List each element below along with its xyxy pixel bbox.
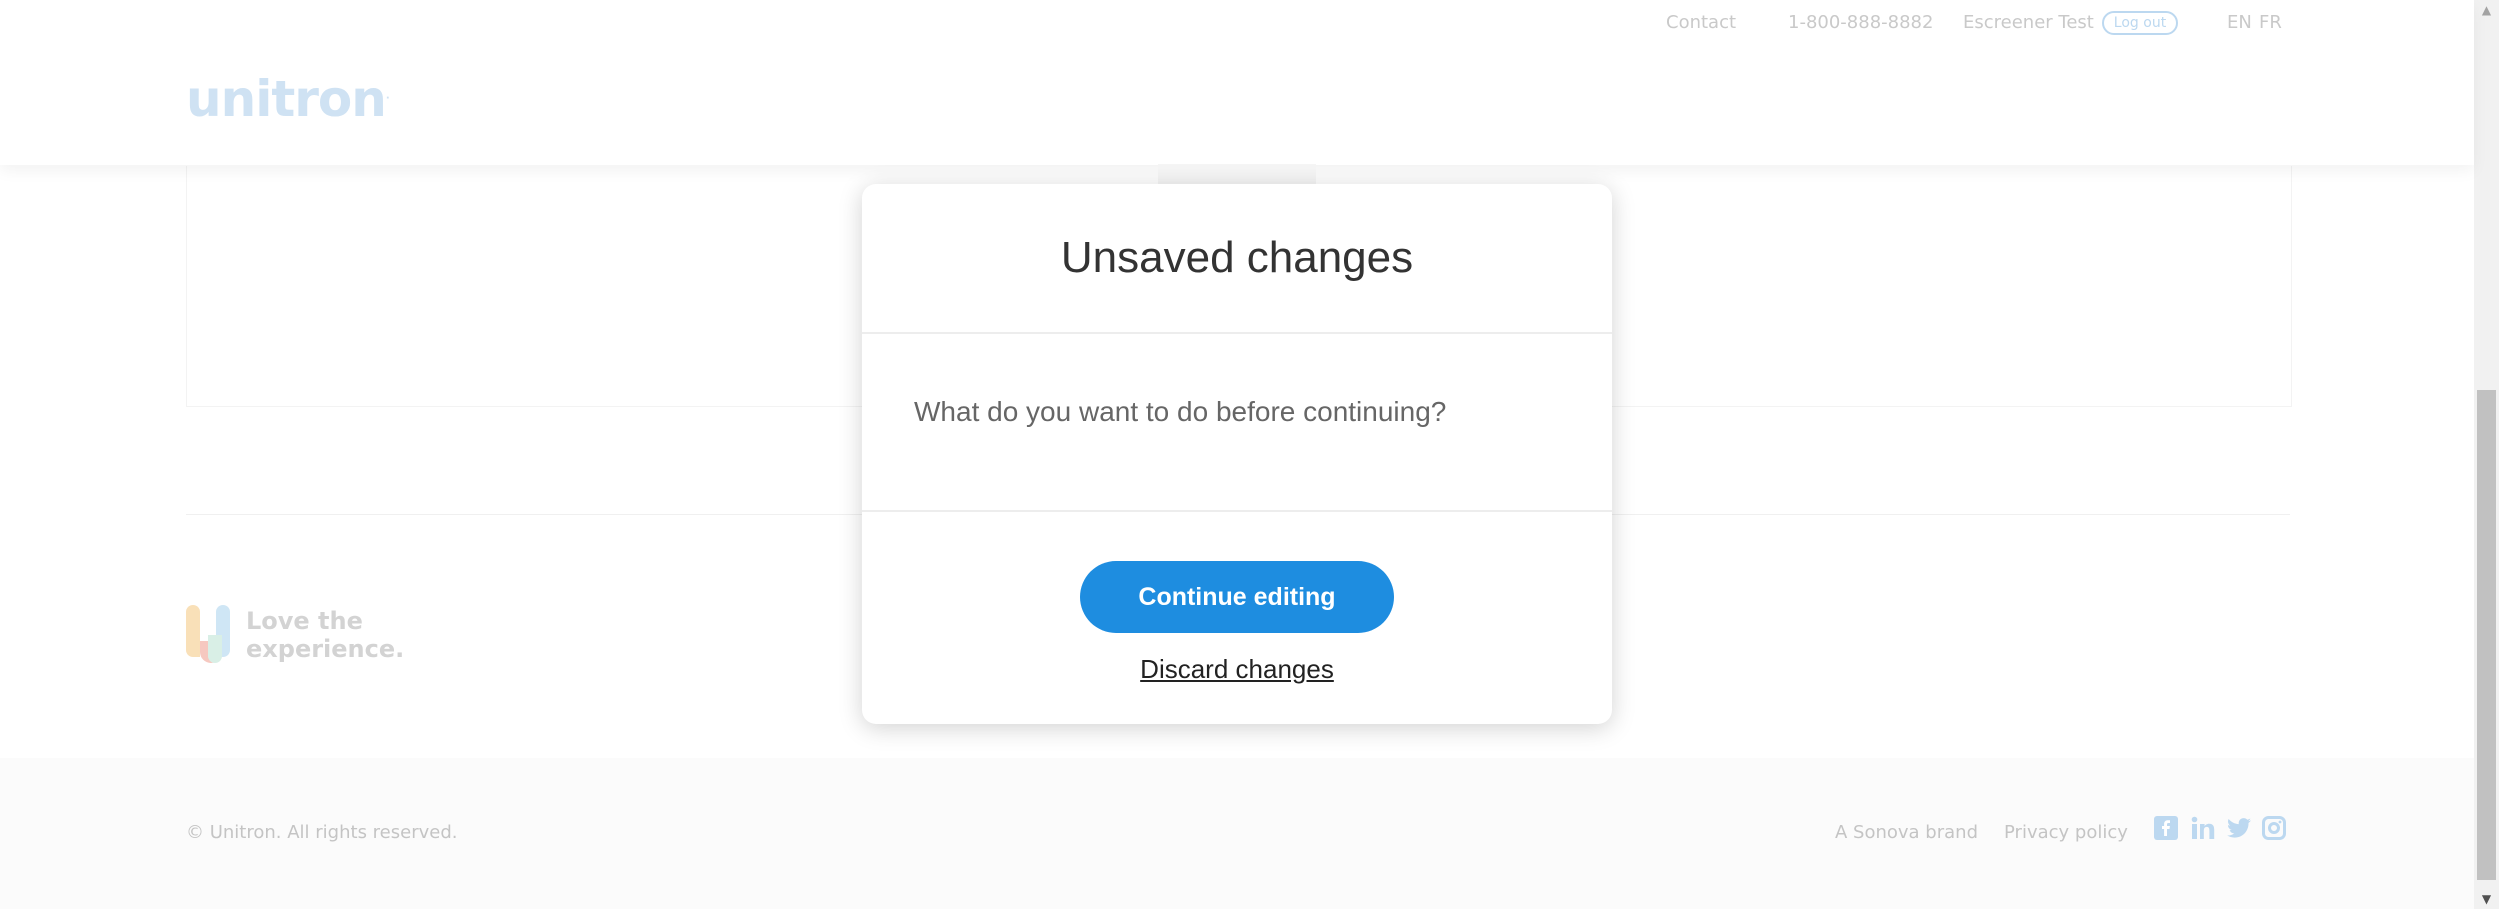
continue-editing-button[interactable]: Continue editing: [1080, 561, 1394, 633]
contact-link[interactable]: Contact: [1666, 12, 1736, 33]
unsaved-changes-dialog: Unsaved changes What do you want to do b…: [862, 184, 1612, 724]
scroll-down-arrow-icon[interactable]: ▼: [2474, 889, 2499, 909]
discard-changes-link[interactable]: Discard changes: [862, 654, 1612, 685]
logo-text: unitron: [186, 70, 387, 128]
dialog-title: Unsaved changes: [1060, 233, 1414, 282]
page-background: Contact 1-800-888-8882 Escreener Test Lo…: [0, 0, 2474, 909]
instagram-icon[interactable]: [2262, 816, 2286, 840]
privacy-policy-link[interactable]: Privacy policy: [2004, 822, 2128, 843]
love-line1: Love the: [246, 607, 363, 635]
sonova-brand-link[interactable]: A Sonova brand: [1835, 822, 1978, 843]
twitter-icon[interactable]: [2227, 816, 2251, 840]
dialog-header: Unsaved changes: [862, 184, 1612, 334]
lang-en-link[interactable]: EN: [2227, 12, 2252, 33]
u-logo-icon: [186, 605, 236, 663]
love-the-experience-logo: Love the experience.: [186, 603, 404, 667]
logout-button[interactable]: Log out: [2102, 11, 2178, 35]
site-header: Contact 1-800-888-8882 Escreener Test Lo…: [0, 0, 2474, 165]
user-name: Escreener Test: [1963, 12, 2094, 33]
linkedin-icon[interactable]: [2191, 816, 2215, 840]
copyright-text: © Unitron. All rights reserved.: [186, 822, 458, 843]
phone-link[interactable]: 1-800-888-8882: [1788, 12, 1933, 33]
love-line2: experience.: [246, 635, 405, 663]
scroll-up-arrow-icon[interactable]: ▲: [2474, 0, 2499, 20]
page-scrollbar[interactable]: ▲ ▼: [2474, 0, 2499, 909]
facebook-icon[interactable]: [2154, 816, 2178, 840]
dialog-body: What do you want to do before continuing…: [862, 334, 1612, 512]
lang-fr-link[interactable]: FR: [2259, 12, 2282, 33]
scroll-thumb[interactable]: [2477, 390, 2496, 880]
unitron-logo[interactable]: unitron.: [186, 70, 390, 128]
dialog-message: What do you want to do before continuing…: [914, 396, 1447, 427]
love-the-experience-text: Love the experience.: [246, 607, 404, 663]
